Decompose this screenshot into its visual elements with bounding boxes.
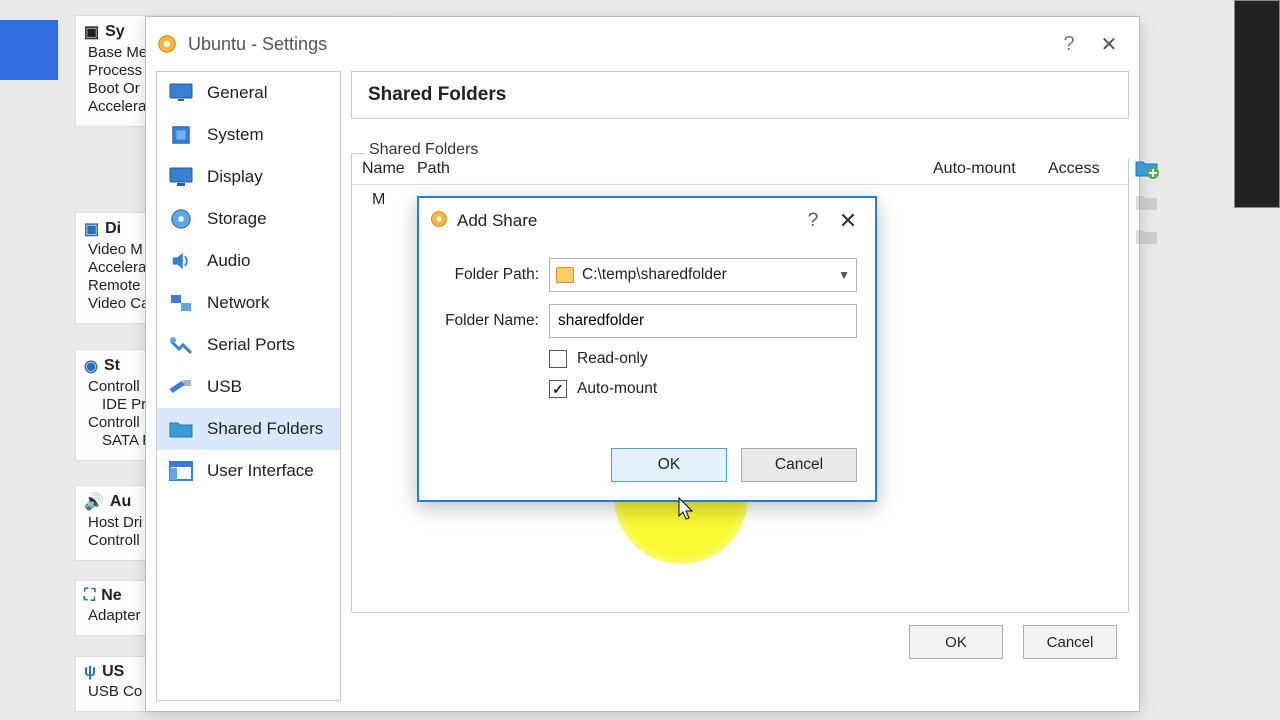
chevron-down-icon: ▼	[838, 268, 850, 282]
sidebar-item-label: Display	[207, 167, 263, 187]
edit-folder-button	[1132, 188, 1162, 216]
dialog-help-button[interactable]: ?	[795, 210, 831, 232]
serial-icon	[167, 334, 195, 356]
sidebar-item-network[interactable]: Network	[157, 282, 340, 324]
folder-name-label: Folder Name:	[441, 312, 549, 330]
sidebar-item-label: Serial Ports	[207, 335, 295, 355]
chip-icon: ▣	[84, 22, 99, 42]
col-path[interactable]: Path	[417, 160, 933, 178]
dialog-cancel-button[interactable]: Cancel	[741, 448, 857, 482]
sidebar-item-label: Audio	[207, 251, 250, 271]
chip-icon	[167, 124, 195, 146]
sidebar-item-general[interactable]: General	[157, 72, 340, 114]
monitor-icon	[167, 82, 195, 104]
dialog-close-button[interactable]: ✕	[831, 208, 865, 234]
cancel-button[interactable]: Cancel	[1023, 625, 1117, 659]
sidebar-item-display[interactable]: Display	[157, 156, 340, 198]
checkbox-checked-icon: ✓	[549, 380, 567, 398]
speaker-icon	[167, 250, 195, 272]
bg-accent	[0, 20, 58, 80]
sidebar-item-shared-folders[interactable]: Shared Folders	[157, 408, 340, 450]
window-title: Ubuntu - Settings	[188, 34, 1049, 55]
sidebar-item-label: Storage	[207, 209, 267, 229]
bg-panel-right	[1234, 0, 1280, 208]
folder-icon	[556, 267, 574, 283]
ok-button[interactable]: OK	[909, 625, 1003, 659]
close-button[interactable]: ✕	[1089, 32, 1129, 57]
sidebar-item-system[interactable]: System	[157, 114, 340, 156]
sidebar-item-usb[interactable]: USB	[157, 366, 340, 408]
gear-icon	[156, 33, 178, 55]
network-icon: ⛶	[84, 587, 95, 605]
sidebar-item-label: System	[207, 125, 264, 145]
sidebar-item-label: Network	[207, 293, 269, 313]
automount-label: Auto-mount	[577, 380, 657, 398]
monitor-icon: ▣	[84, 219, 99, 239]
usb-icon: ψ	[84, 663, 96, 681]
layout-icon	[167, 460, 195, 482]
dialog-title: Add Share	[457, 211, 795, 231]
folder-icon	[167, 418, 195, 440]
remove-folder-button	[1132, 222, 1162, 250]
folder-name-input[interactable]	[549, 304, 857, 338]
readonly-checkbox[interactable]: Read-only	[549, 350, 857, 368]
sidebar-item-label: Shared Folders	[207, 419, 323, 439]
footer: OK Cancel	[351, 613, 1129, 659]
sidebar-item-storage[interactable]: Storage	[157, 198, 340, 240]
dialog-titlebar: Add Share ? ✕	[419, 198, 875, 244]
titlebar: Ubuntu - Settings ? ✕	[146, 17, 1139, 71]
page-heading: Shared Folders	[351, 71, 1129, 119]
readonly-label: Read-only	[577, 350, 648, 368]
sidebar-item-label: USB	[207, 377, 242, 397]
display-icon	[167, 166, 195, 188]
folder-path-label: Folder Path:	[441, 266, 549, 284]
disk-icon: ◉	[84, 356, 98, 376]
dialog-ok-button[interactable]: OK	[611, 448, 727, 482]
sidebar-item-audio[interactable]: Audio	[157, 240, 340, 282]
usb-icon	[167, 376, 195, 398]
checkbox-icon	[549, 350, 567, 368]
side-toolbar	[1132, 154, 1168, 250]
help-button[interactable]: ?	[1049, 33, 1089, 56]
col-name[interactable]: Name	[362, 160, 417, 178]
folder-path-value: C:\temp\sharedfolder	[582, 266, 838, 284]
row-text: M	[372, 191, 385, 208]
disk-icon	[167, 208, 195, 230]
speaker-icon: 🔊	[84, 492, 104, 512]
col-auto[interactable]: Auto-mount	[933, 160, 1048, 178]
automount-checkbox[interactable]: ✓ Auto-mount	[549, 380, 857, 398]
network-icon	[167, 292, 195, 314]
col-access[interactable]: Access	[1048, 160, 1118, 178]
folder-path-dropdown[interactable]: C:\temp\sharedfolder ▼	[549, 258, 857, 292]
add-share-dialog: Add Share ? ✕ Folder Path: C:\temp\share…	[417, 196, 877, 502]
sidebar: General System Display Storage Audio Net…	[156, 71, 341, 701]
sidebar-item-label: User Interface	[207, 461, 314, 481]
sidebar-item-ui[interactable]: User Interface	[157, 450, 340, 492]
sidebar-item-serial[interactable]: Serial Ports	[157, 324, 340, 366]
sidebar-item-label: General	[207, 83, 267, 103]
group-label: Shared Folders	[365, 141, 1139, 159]
gear-icon	[429, 209, 449, 233]
